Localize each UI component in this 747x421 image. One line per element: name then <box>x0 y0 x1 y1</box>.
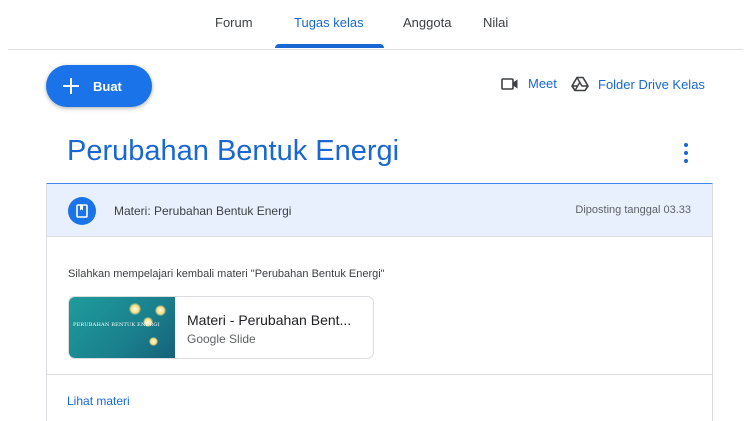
kebab-dot <box>684 159 688 163</box>
tab-grades[interactable]: Nilai <box>483 15 508 30</box>
kebab-dot <box>684 151 688 155</box>
meet-link[interactable]: Meet <box>501 76 557 91</box>
drive-folder-link[interactable]: Folder Drive Kelas <box>571 76 705 92</box>
material-title: Materi: Perubahan Bentuk Energi <box>114 204 292 218</box>
material-card: Materi: Perubahan Bentuk Energi Dipostin… <box>46 183 713 421</box>
tab-people[interactable]: Anggota <box>403 15 451 30</box>
plus-icon <box>63 78 79 94</box>
lightbulb-icon <box>155 305 166 316</box>
tab-classwork[interactable]: Tugas kelas <box>294 15 364 30</box>
topic-title: Perubahan Bentuk Energi <box>67 135 400 167</box>
active-tab-indicator <box>275 44 384 48</box>
lightbulb-icon <box>149 337 158 346</box>
attachment-type: Google Slide <box>187 332 256 346</box>
meet-label: Meet <box>528 76 557 91</box>
posted-date: Diposting tanggal 03.33 <box>575 204 691 216</box>
video-camera-icon <box>501 77 518 90</box>
create-button[interactable]: Buat <box>46 65 152 107</box>
drive-folder-label: Folder Drive Kelas <box>598 76 705 92</box>
material-card-header[interactable]: Materi: Perubahan Bentuk Energi Dipostin… <box>47 184 712 237</box>
book-icon <box>76 204 88 218</box>
material-description: Silahkan mempelajari kembali materi "Per… <box>68 268 385 280</box>
tab-forum[interactable]: Forum <box>215 15 253 30</box>
material-icon <box>68 197 96 225</box>
material-card-footer: Lihat materi <box>47 374 712 421</box>
create-button-label: Buat <box>93 78 122 94</box>
view-material-link[interactable]: Lihat materi <box>67 394 130 408</box>
class-tabs: Forum Tugas kelas Anggota Nilai <box>0 0 747 50</box>
more-options-icon[interactable] <box>680 143 692 163</box>
kebab-dot <box>684 143 688 147</box>
attachment-card[interactable]: PERUBAHAN BENTUK ENERGI Materi - Perubah… <box>68 296 374 359</box>
slide-thumbnail: PERUBAHAN BENTUK ENERGI <box>69 297 175 358</box>
attachment-name: Materi - Perubahan Bent... <box>187 312 352 328</box>
google-drive-icon <box>571 76 589 92</box>
lightbulb-icon <box>129 303 141 315</box>
thumbnail-title: PERUBAHAN BENTUK ENERGI <box>73 322 160 328</box>
tabs-divider <box>8 49 743 50</box>
